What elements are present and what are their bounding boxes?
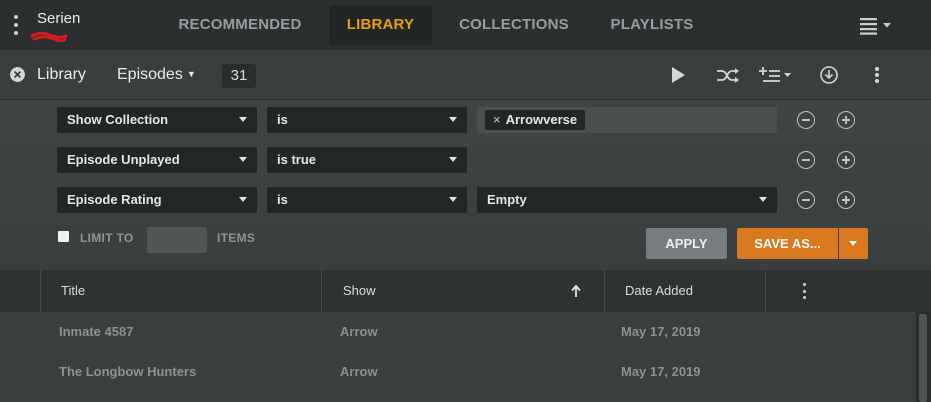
filter-value-label: Empty (487, 192, 527, 207)
filter-operator-label: is (277, 112, 288, 127)
caret-down-icon (239, 197, 247, 202)
column-divider (40, 270, 41, 312)
filter-value-tag-input[interactable]: × Arrowverse (477, 107, 777, 133)
sort-ascending-icon[interactable] (570, 284, 582, 298)
column-header-show[interactable]: Show (343, 270, 376, 312)
cell-show[interactable]: Arrow (340, 352, 378, 392)
cell-date-added: May 17, 2019 (621, 364, 701, 379)
cell-show[interactable]: Arrow (340, 312, 378, 352)
play-icon[interactable] (670, 66, 686, 84)
type-dropdown[interactable]: Episodes ▼ (117, 66, 196, 84)
caret-down-icon (449, 157, 457, 162)
cell-title[interactable]: The Longbow Hunters (59, 352, 196, 392)
more-vertical-icon[interactable] (875, 67, 879, 83)
filter-operator-label: is (277, 192, 288, 207)
save-as-button[interactable]: SAVE AS... (737, 228, 838, 259)
table-row[interactable]: The Longbow Hunters Arrow May 17, 2019 (0, 352, 916, 392)
type-dropdown-label: Episodes (117, 66, 183, 83)
scrollbar-thumb[interactable] (919, 314, 927, 402)
shuffle-icon[interactable] (716, 67, 740, 84)
caret-down-icon (449, 117, 457, 122)
cell-title[interactable]: Inmate 4587 (59, 312, 133, 352)
redaction-scribble (30, 31, 68, 42)
filter-operator-dropdown[interactable]: is (267, 107, 467, 133)
limit-checkbox[interactable] (58, 231, 69, 242)
caret-down-icon (239, 117, 247, 122)
filter-field-label: Show Collection (67, 112, 169, 127)
filter-field-dropdown[interactable]: Episode Rating (57, 187, 257, 213)
filter-panel: Show Collection is × Arrowverse Episode U… (0, 100, 931, 270)
remove-tag-icon[interactable]: × (493, 112, 501, 127)
caret-down-icon (239, 157, 247, 162)
tab-recommended[interactable]: RECOMMENDED (162, 5, 318, 45)
tab-library[interactable]: LIBRARY (329, 5, 432, 45)
filter-operator-dropdown[interactable]: is (267, 187, 467, 213)
caret-down-icon (449, 197, 457, 202)
limit-items-label: ITEMS (217, 231, 256, 245)
filter-field-dropdown[interactable]: Show Collection (57, 107, 257, 133)
chevron-down-icon: ▼ (186, 69, 196, 79)
server-menu-icon[interactable] (10, 15, 22, 35)
filter-field-dropdown[interactable]: Episode Unplayed (57, 147, 257, 173)
limit-count-input[interactable] (147, 227, 207, 253)
filter-operator-dropdown[interactable]: is true (267, 147, 467, 173)
server-name[interactable]: Serien (37, 10, 80, 27)
filter-tag[interactable]: × Arrowverse (485, 110, 586, 130)
table-body: Inmate 4587 Arrow May 17, 2019 The Longb… (0, 312, 916, 402)
filter-tag-label: Arrowverse (505, 112, 578, 127)
column-divider (321, 270, 322, 312)
library-title[interactable]: Library (37, 66, 86, 84)
library-bar: Library Episodes ▼ 31 (0, 50, 931, 100)
add-filter-icon[interactable] (837, 111, 855, 129)
table-row[interactable]: Inmate 4587 Arrow May 17, 2019 (0, 312, 916, 352)
caret-down-icon (759, 197, 767, 202)
remove-filter-icon[interactable] (797, 191, 815, 209)
add-filter-icon[interactable] (837, 151, 855, 169)
add-to-queue-icon[interactable] (758, 66, 794, 84)
filter-value-dropdown[interactable]: Empty (477, 187, 777, 213)
tab-collections[interactable]: COLLECTIONS (444, 5, 584, 45)
remove-filter-icon[interactable] (797, 151, 815, 169)
apply-button[interactable]: APPLY (646, 228, 727, 259)
save-as-options-icon[interactable] (839, 228, 868, 259)
tab-playlists[interactable]: PLAYLISTS (596, 5, 708, 45)
remove-filter-icon[interactable] (797, 111, 815, 129)
view-list-icon[interactable] (860, 17, 892, 35)
close-icon[interactable] (10, 67, 25, 82)
column-header-date-added[interactable]: Date Added (625, 270, 693, 312)
limit-to-label: LIMIT TO (80, 231, 134, 245)
filter-field-label: Episode Rating (67, 192, 162, 207)
table-header: Title Show Date Added (0, 270, 931, 312)
download-icon[interactable] (819, 65, 839, 85)
item-count-badge: 31 (222, 64, 256, 88)
column-divider (765, 270, 766, 312)
column-divider (604, 270, 605, 312)
column-options-icon[interactable] (803, 283, 807, 299)
add-filter-icon[interactable] (837, 191, 855, 209)
filter-operator-label: is true (277, 152, 317, 167)
top-nav-bar: Serien RECOMMENDED LIBRARY COLLECTIONS P… (0, 0, 931, 50)
column-header-title[interactable]: Title (61, 270, 85, 312)
filter-field-label: Episode Unplayed (67, 152, 180, 167)
cell-date-added: May 17, 2019 (621, 324, 701, 339)
